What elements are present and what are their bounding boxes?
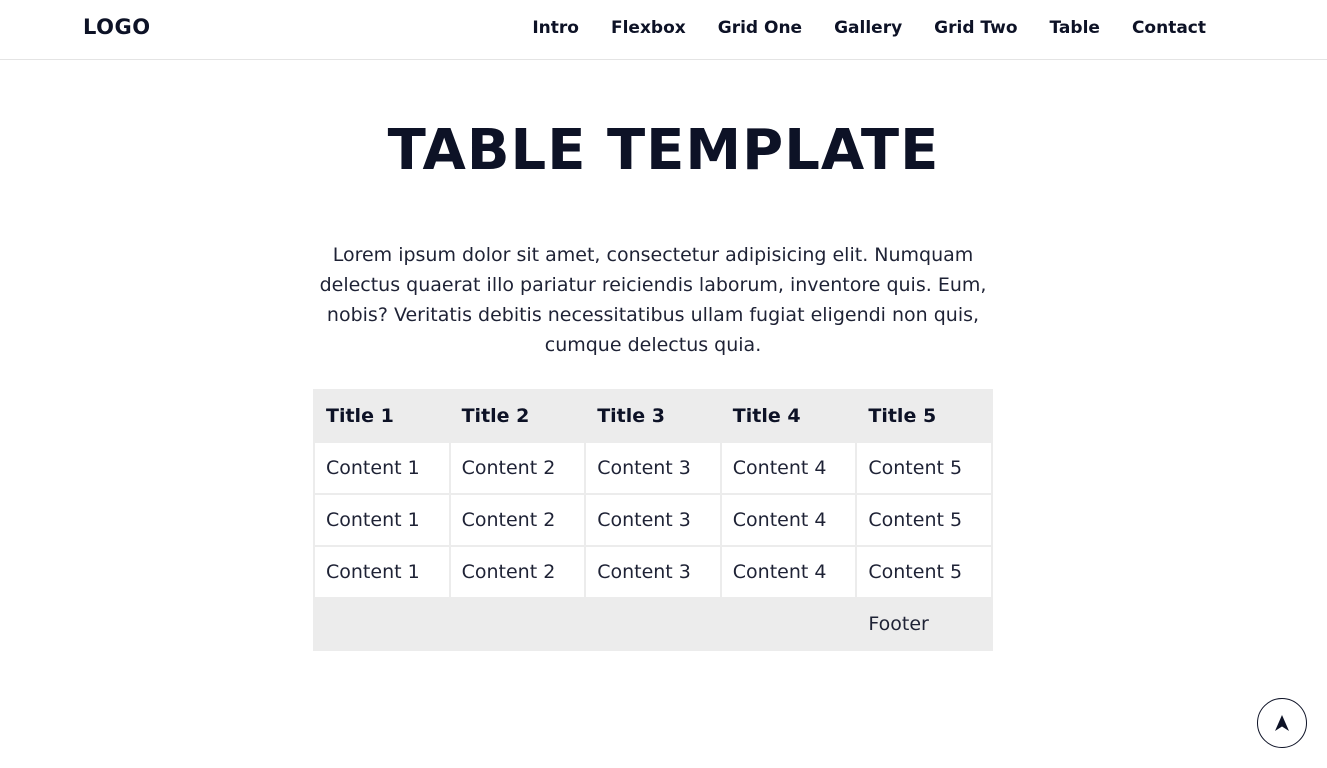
table-footer-cell: Footer: [855, 597, 993, 651]
table-cell: Content 2: [448, 441, 587, 495]
table-cell: Content 1: [313, 493, 451, 547]
table-header-cell: Title 1: [313, 389, 451, 443]
data-table: Title 1 Title 2 Title 3 Title 4 Title 5 …: [312, 389, 993, 651]
table-cell: Content 2: [448, 493, 587, 547]
table-foot: Footer: [312, 597, 993, 651]
nav-link-grid-one[interactable]: Grid One: [718, 18, 802, 38]
intro-paragraph: Lorem ipsum dolor sit amet, consectetur …: [319, 244, 987, 356]
table-cell: Content 5: [855, 493, 993, 547]
scroll-to-top-button[interactable]: [1257, 698, 1307, 748]
nav-item-table: Table: [1050, 18, 1100, 38]
table-header-cell: Title 3: [584, 389, 722, 443]
table-header-cell: Title 5: [855, 389, 993, 443]
table-cell: Content 4: [719, 545, 858, 599]
table-cell: Content 1: [313, 441, 451, 495]
table-footer-row: Footer: [312, 597, 993, 651]
table-cell: Content 5: [855, 441, 993, 495]
table-row: Content 1 Content 2 Content 3 Content 4 …: [313, 545, 993, 599]
table-footer-spacer: [312, 597, 858, 651]
nav-item-flexbox: Flexbox: [611, 18, 686, 38]
arrow-up-icon: [1275, 715, 1289, 731]
table-row: Content 1 Content 2 Content 3 Content 4 …: [313, 441, 993, 495]
nav-link-table[interactable]: Table: [1050, 18, 1100, 38]
table-cell: Content 3: [584, 493, 722, 547]
nav-menu: Intro Flexbox Grid One Gallery Grid Two …: [532, 18, 1206, 38]
table-cell: Content 4: [719, 493, 858, 547]
nav-link-contact[interactable]: Contact: [1132, 18, 1206, 38]
navbar: LOGO Intro Flexbox Grid One Gallery Grid…: [0, 0, 1327, 60]
logo-link[interactable]: LOGO: [83, 15, 151, 39]
nav-item-intro: Intro: [532, 18, 579, 38]
nav-link-flexbox[interactable]: Flexbox: [611, 18, 686, 38]
table-header-cell: Title 4: [719, 389, 858, 443]
nav-link-intro[interactable]: Intro: [532, 18, 579, 38]
nav-item-gallery: Gallery: [834, 18, 902, 38]
nav-item-grid-two: Grid Two: [934, 18, 1017, 38]
nav-link-grid-two[interactable]: Grid Two: [934, 18, 1017, 38]
table-cell: Content 3: [584, 545, 722, 599]
table-cell: Content 3: [584, 441, 722, 495]
table-row: Content 1 Content 2 Content 3 Content 4 …: [313, 493, 993, 547]
table-cell: Content 2: [448, 545, 587, 599]
page-title: TABLE TEMPLATE: [387, 118, 940, 183]
table-head: Title 1 Title 2 Title 3 Title 4 Title 5: [313, 389, 993, 443]
table-header-cell: Title 2: [448, 389, 587, 443]
nav-item-contact: Contact: [1132, 18, 1206, 38]
table-body: Content 1 Content 2 Content 3 Content 4 …: [313, 441, 993, 599]
table-cell: Content 4: [719, 441, 858, 495]
table-header-row: Title 1 Title 2 Title 3 Title 4 Title 5: [313, 389, 993, 443]
nav-item-grid-one: Grid One: [718, 18, 802, 38]
table-cell: Content 5: [855, 545, 993, 599]
nav-link-gallery[interactable]: Gallery: [834, 18, 902, 38]
table-cell: Content 1: [313, 545, 451, 599]
